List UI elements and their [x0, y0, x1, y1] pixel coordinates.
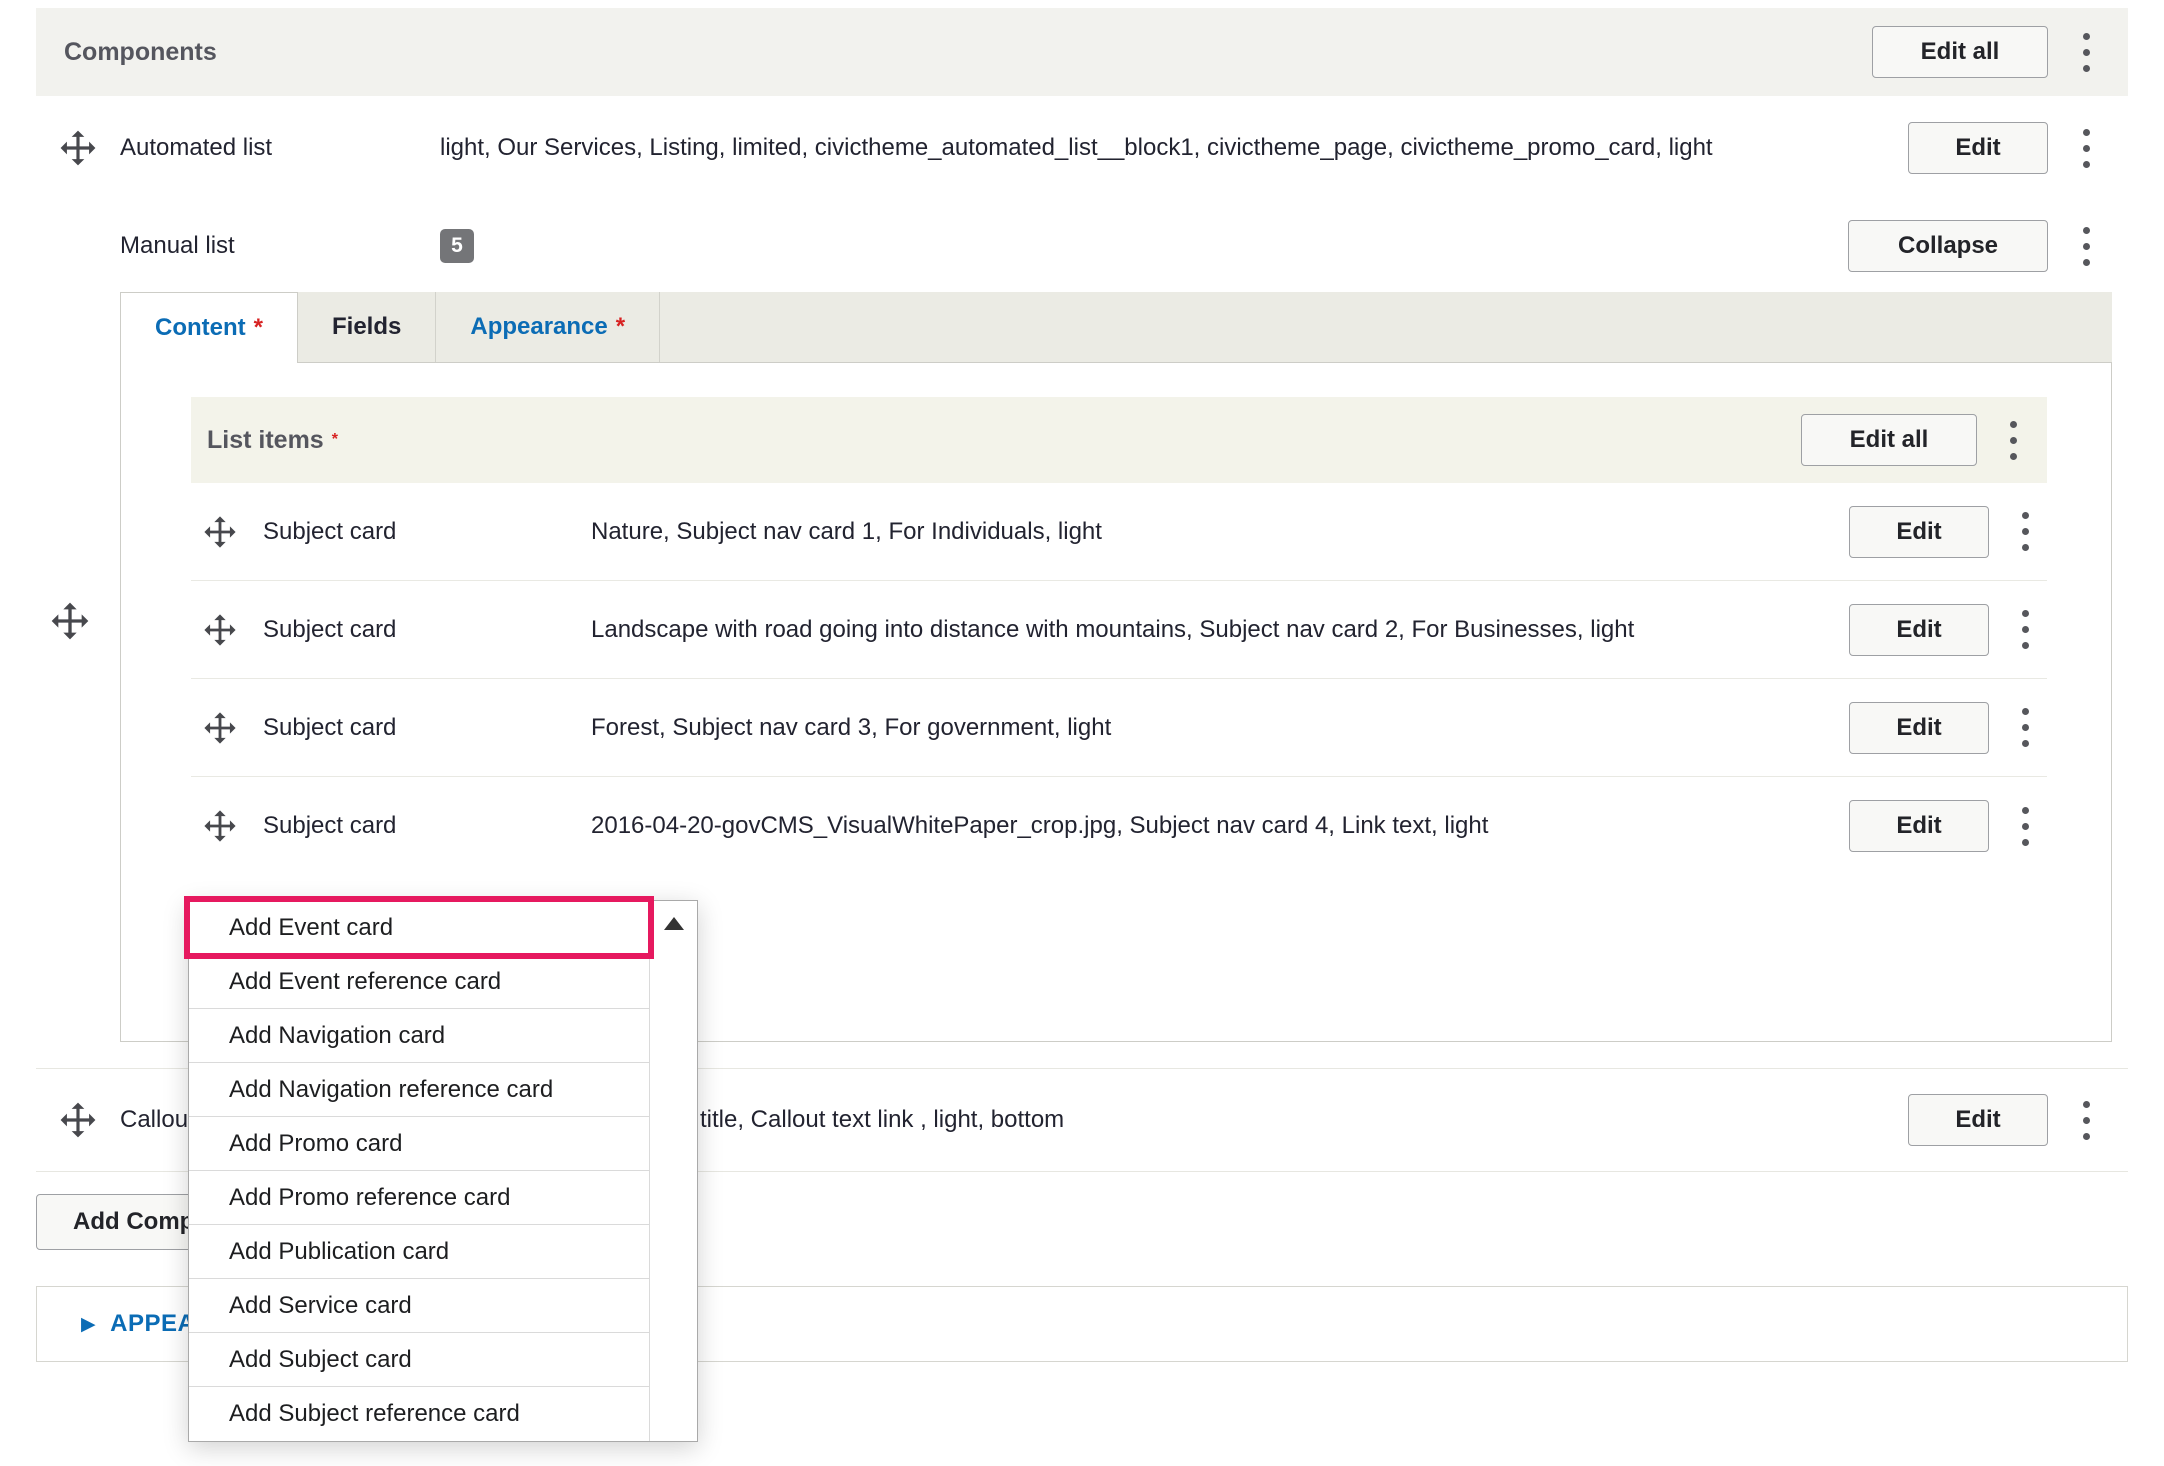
dropdown-option[interactable]: Add Subject reference card [189, 1387, 649, 1441]
drag-handle-icon[interactable] [203, 711, 237, 745]
scroll-up-icon[interactable] [664, 917, 684, 930]
tab-bar: Content * Fields Appearance * [120, 292, 2112, 362]
triangle-right-icon: ▶ [81, 1313, 96, 1336]
drag-handle-icon[interactable] [59, 129, 97, 167]
components-edit-all-button[interactable]: Edit all [1872, 26, 2048, 78]
card-type-label: Subject card [263, 714, 591, 742]
list-items-title: List items [207, 426, 324, 455]
paragraph-row-automated-list: Automated list light, Our Services, List… [36, 96, 2128, 200]
drag-handle-icon[interactable] [203, 515, 237, 549]
card-summary: 2016-04-20-govCMS_VisualWhitePaper_crop.… [591, 812, 1849, 840]
dropdown-option[interactable]: Add Service card [189, 1279, 649, 1333]
kebab-menu-icon[interactable] [2003, 604, 2047, 656]
collapse-button[interactable]: Collapse [1848, 220, 2048, 272]
kebab-menu-icon[interactable] [2003, 702, 2047, 754]
required-marker: * [332, 431, 338, 449]
card-type-label: Subject card [263, 812, 591, 840]
dropdown-option[interactable]: Add Promo card [189, 1117, 649, 1171]
edit-button[interactable]: Edit [1849, 506, 1989, 558]
edit-button[interactable]: Edit [1849, 604, 1989, 656]
paragraph-summary: light, Our Services, Listing, limited, c… [440, 134, 1908, 162]
card-summary: Forest, Subject nav card 3, For governme… [591, 714, 1849, 742]
add-card-dropdown: Add Event card Add Event reference card … [188, 900, 698, 1442]
card-type-label: Subject card [263, 518, 591, 546]
tab-appearance[interactable]: Appearance * [436, 292, 660, 362]
edit-button[interactable]: Edit [1908, 1094, 2048, 1146]
dropdown-option[interactable]: Add Navigation card [189, 1009, 649, 1063]
drag-handle-icon[interactable] [203, 809, 237, 843]
drag-handle-icon[interactable] [59, 1101, 97, 1139]
components-kebab-menu-icon[interactable] [2064, 26, 2108, 78]
kebab-menu-icon[interactable] [1991, 414, 2035, 466]
manual-list-header: Manual list 5 Collapse [36, 200, 2128, 292]
list-item-row: Subject card Nature, Subject nav card 1,… [191, 483, 2047, 581]
kebab-menu-icon[interactable] [2003, 800, 2047, 852]
highlight-annotation [184, 896, 654, 959]
kebab-menu-icon[interactable] [2064, 1094, 2108, 1146]
edit-button[interactable]: Edit [1849, 800, 1989, 852]
tab-content[interactable]: Content * [120, 292, 298, 363]
required-marker: * [254, 314, 263, 342]
edit-button[interactable]: Edit [1908, 122, 2048, 174]
dropdown-option[interactable]: Add Subject card [189, 1333, 649, 1387]
list-items-edit-all-button[interactable]: Edit all [1801, 414, 1977, 466]
kebab-menu-icon[interactable] [2064, 220, 2108, 272]
paragraph-type-label: Manual list [120, 232, 440, 260]
dropdown-option-list: Add Event card Add Event reference card … [189, 901, 649, 1441]
list-item-row: Subject card Landscape with road going i… [191, 581, 2047, 679]
dropdown-option[interactable]: Add Publication card [189, 1225, 649, 1279]
components-title: Components [64, 38, 217, 67]
item-count-badge: 5 [440, 229, 474, 263]
tab-fields[interactable]: Fields [298, 292, 436, 362]
kebab-menu-icon[interactable] [2003, 506, 2047, 558]
list-item-row: Subject card Forest, Subject nav card 3,… [191, 679, 2047, 777]
kebab-menu-icon[interactable] [2064, 122, 2108, 174]
list-items-header: List items * Edit all [191, 397, 2047, 483]
tab-label: Fields [332, 313, 401, 341]
required-marker: * [616, 313, 625, 341]
dropdown-scrollbar[interactable] [649, 901, 697, 1441]
card-summary: Nature, Subject nav card 1, For Individu… [591, 518, 1849, 546]
drag-handle-icon[interactable] [50, 601, 90, 641]
dropdown-option[interactable]: Add Event reference card [189, 955, 649, 1009]
card-summary: Landscape with road going into distance … [591, 616, 1849, 644]
dropdown-option[interactable]: Add Event card [189, 901, 649, 955]
dropdown-option[interactable]: Add Navigation reference card [189, 1063, 649, 1117]
card-type-label: Subject card [263, 616, 591, 644]
drag-handle-icon[interactable] [203, 613, 237, 647]
tab-label: Appearance [470, 313, 607, 341]
edit-button[interactable]: Edit [1849, 702, 1989, 754]
paragraph-type-label: Automated list [120, 134, 440, 162]
components-header: Components Edit all [36, 8, 2128, 96]
list-item-row: Subject card 2016-04-20-govCMS_VisualWhi… [191, 777, 2047, 875]
tab-label: Content [155, 314, 246, 342]
dropdown-option[interactable]: Add Promo reference card [189, 1171, 649, 1225]
